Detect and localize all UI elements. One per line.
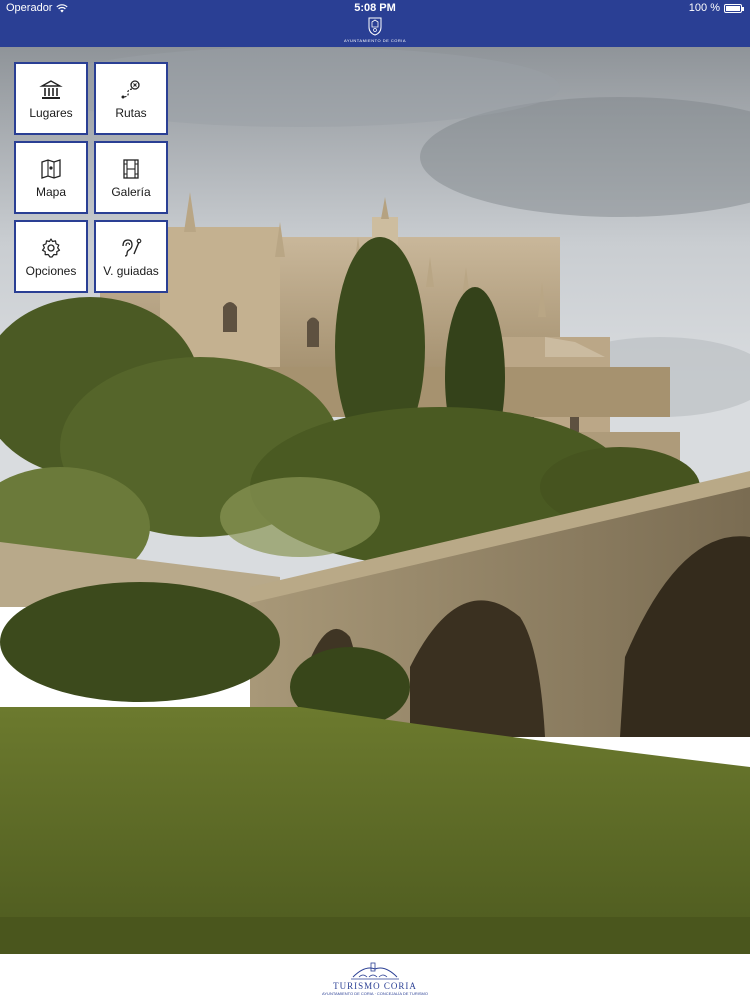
film-icon (123, 158, 139, 179)
map-icon (41, 158, 61, 179)
menu-visitas-guiadas-button[interactable]: V. guiadas (94, 220, 168, 293)
coat-of-arms-icon (368, 17, 382, 36)
top-bar: Operador 5:08 PM 100 % AYUNTAMIENTO DE C… (0, 0, 750, 47)
logo-subtitle: AYUNTAMIENTO DE CORIA (343, 38, 407, 43)
clock: 5:08 PM (354, 2, 396, 14)
municipality-logo: AYUNTAMIENTO DE CORIA (0, 15, 750, 47)
footer-brand: TURISMO CORIA (333, 980, 417, 991)
menu-galeria-button[interactable]: Galería (94, 141, 168, 214)
menu-label: V. guiadas (103, 263, 159, 278)
footer-tagline: AYUNTAMIENTO DE CORIA · CONCEJALÍA DE TU… (322, 990, 428, 996)
menu-label: Rutas (115, 105, 147, 120)
menu-label: Mapa (35, 184, 67, 199)
menu-lugares-button[interactable]: Lugares (14, 62, 88, 135)
route-icon (121, 79, 140, 98)
battery-group: 100 % (688, 2, 744, 14)
menu-rutas-button[interactable]: Rutas (94, 62, 168, 135)
footer: TURISMO CORIA AYUNTAMIENTO DE CORIA · CO… (0, 954, 750, 1000)
menu-label: Lugares (29, 105, 73, 120)
menu-label: Opciones (25, 263, 77, 278)
menu-opciones-button[interactable]: Opciones (14, 220, 88, 293)
turismo-coria-logo (351, 962, 399, 979)
gear-icon (41, 237, 61, 258)
menu-mapa-button[interactable]: Mapa (14, 141, 88, 214)
building-icon (39, 79, 63, 99)
main-menu: Lugares Rutas Mapa Galería Opciones V. g… (14, 62, 168, 296)
battery-percent: 100 % (688, 2, 720, 14)
status-bar: Operador 5:08 PM 100 % (0, 0, 750, 16)
menu-label: Galería (111, 184, 151, 199)
battery-icon (724, 3, 744, 13)
audio-guide-icon (122, 238, 142, 257)
